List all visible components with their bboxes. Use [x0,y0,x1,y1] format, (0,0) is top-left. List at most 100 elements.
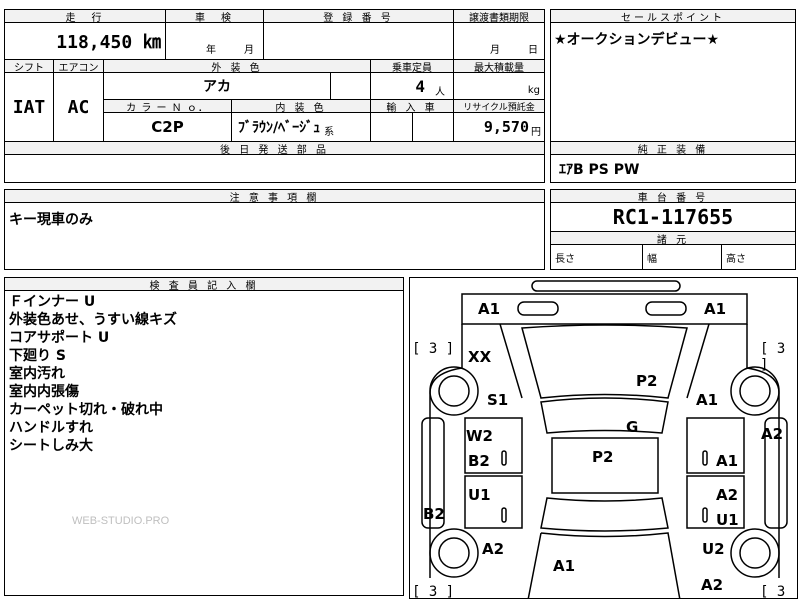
damage-roof: P2 [592,448,614,466]
transfer-day: 日 [528,45,538,56]
inspector-line: コアサポート U [9,330,110,346]
registration-cell [263,22,454,60]
damage-door-left-front: W2 [466,427,493,445]
recycle-value: 9,570 [483,118,529,136]
sales-cell: ★オークションデビュー★ [550,22,796,142]
import-cell-1 [370,112,413,142]
height-cell: 高さ [721,244,796,270]
inspector-line: 外装色あせ、うすい線キズ [9,312,177,328]
damage-rear-corner: A2 [701,576,724,594]
inspector-line: Ｆインナー U [9,294,96,310]
seats-value: 4 [415,76,425,96]
interior-header: 内 装 色 [231,99,371,114]
ext-color-header: 外 装 色 [103,59,371,74]
tire-rear-right: [ 3 ] [760,584,786,599]
seats-header: 乗車定員 [370,59,454,74]
color-no-cell: C2P [103,112,232,142]
recycle-header: リサイクル預託金 [453,99,545,113]
transfer-header: 譲渡書類期限 [453,9,545,24]
ac-cell: AC [53,72,104,142]
chassis-header: 車 台 番 号 [550,189,796,204]
inspection-cell: 年 月 [165,22,264,60]
capacity-unit: kg [527,84,540,96]
shift-header: シフト [4,59,54,74]
capacity-cell: kg [453,72,545,100]
ac-value: AC [67,96,90,118]
ext-color-cell: アカ [103,72,331,100]
tire-front-right-value: 3 [776,341,786,357]
width-label: 幅 [647,253,657,265]
caution-header: 注 意 事 項 欄 [4,189,545,204]
dims-header: 諸 元 [550,231,796,246]
ext-color-extra-cell [330,72,371,100]
inspector-line: シートしみ大 [9,438,93,454]
ext-color-value: アカ [203,79,231,95]
damage-front-left: A1 [478,300,501,318]
options-text: ｴｱB PS PW [559,161,640,178]
color-no-header: カ ラ ー Ｎ ｏ． [103,99,232,114]
import-header: 輸 入 車 [370,99,454,114]
sales-text: ★オークションデビュー★ [554,32,720,48]
damage-hood: P2 [636,372,658,390]
options-cell: ｴｱB PS PW [550,154,796,183]
later-parts-header: 後 日 発 送 部 品 [4,141,545,156]
inspector-line: カーペット切れ・破れ中 [9,402,163,418]
watermark: WEB-STUDIO.PRO [72,515,170,527]
damage-quarter-right: A2 [761,425,784,443]
options-header: 純 正 装 備 [550,141,796,156]
seats-cell: 4 人 [370,72,454,100]
registration-header: 登 録 番 号 [263,9,454,24]
damage-door-right-rear: A2 [716,486,739,504]
tire-front-left: [ 3 ] [412,341,455,357]
transfer-cell: 月 日 [453,22,545,60]
inspector-cell: Ｆインナー U 外装色あせ、うすい線キズ コアサポート U 下廻り S 室内汚れ… [4,290,404,596]
sales-header: セールスポイント [550,9,796,24]
inspector-header: 検 査 員 記 入 欄 [4,277,404,292]
recycle-cell: 9,570 円 [453,112,545,142]
inspector-line: 下廻り S [9,348,66,364]
tire-rear-left: [ 3 ] [412,584,455,599]
caution-text: キー現車のみ [9,212,93,228]
inspection-header: 車 検 [165,9,264,24]
inspection-year: 年 [206,45,216,56]
ac-header: エアコン [53,59,104,74]
damage-bumper-rear: A1 [553,557,576,575]
width-cell: 幅 [642,244,722,270]
damage-door-left-b2: B2 [468,452,490,470]
shift-value: IAT [12,96,46,118]
recycle-unit: 円 [531,126,541,138]
inspector-line: ハンドルすれ [9,420,93,436]
transfer-month: 月 [490,45,500,56]
color-no-value: C2P [151,118,184,136]
damage-door-left-rear: U1 [468,486,491,504]
shift-cell: IAT [4,72,54,142]
tire-rear-left-value: 3 [428,584,438,599]
interior-suffix: 系 [324,126,335,138]
damage-rocker-left: B2 [423,505,445,523]
height-label: 高さ [726,253,746,265]
capacity-header: 最大積載量 [453,59,545,74]
mileage-cell: 118,450 ㎞ [4,22,166,60]
mileage-header: 走 行 [4,9,166,24]
interior-cell: ﾌﾞﾗｳﾝ/ﾍﾞｰｼﾞｭ 系 [231,112,371,142]
chassis-cell: RC1-117655 [550,202,796,232]
damage-fender-right: A1 [696,391,719,409]
inspection-month: 月 [244,45,254,56]
seats-unit: 人 [435,86,445,98]
length-cell: 長さ [550,244,643,270]
later-parts-cell [4,154,545,183]
interior-value: ﾌﾞﾗｳﾝ/ﾍﾞｰｼﾞｭ [238,120,321,136]
mileage-value: 118,450 ㎞ [56,32,161,53]
caution-cell: キー現車のみ [4,202,545,270]
tire-rear-right-value: 3 [776,584,786,599]
damage-door-right-front: A1 [716,452,739,470]
damage-rear-right: U2 [702,540,725,558]
import-cell-2 [412,112,454,142]
chassis-number: RC1-117655 [612,205,734,229]
damage-fender-left: S1 [487,391,509,409]
length-label: 長さ [555,253,575,265]
tire-front-right: [ 3 ] [760,341,786,373]
inspector-line: 室内汚れ [9,366,65,382]
damage-roof-front: G [626,418,639,436]
inspector-line: 室内内張傷 [9,384,79,400]
